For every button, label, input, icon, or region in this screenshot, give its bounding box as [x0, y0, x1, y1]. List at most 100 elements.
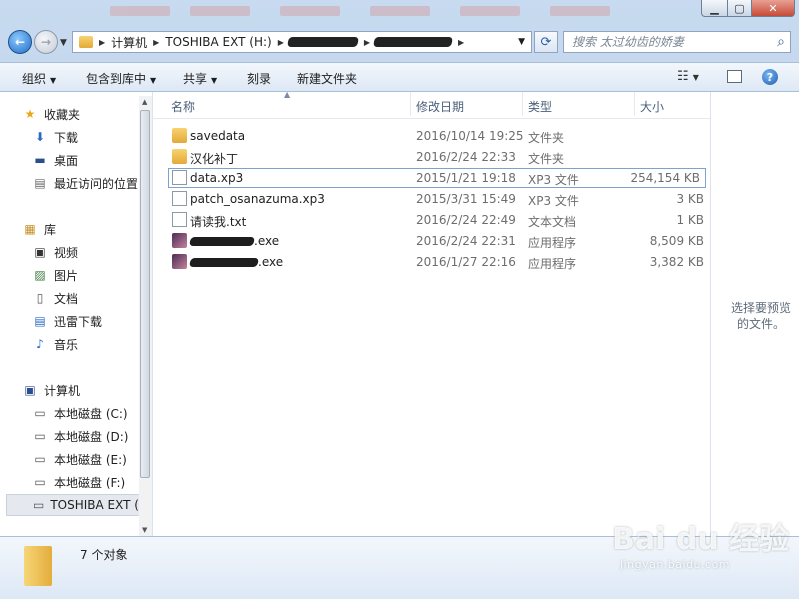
scrollbar-thumb[interactable] — [140, 110, 150, 478]
close-button[interactable]: ✕ — [751, 0, 795, 17]
column-header: 名称 修改日期 类型 大小 ▲ — [152, 90, 710, 119]
recent-pages-dropdown-icon[interactable]: ▼ — [60, 38, 67, 48]
help-icon[interactable]: ? — [762, 69, 778, 85]
nav-label: 图片 — [54, 268, 79, 283]
file-type: XP3 文件 — [528, 173, 579, 187]
file-type: 文本文档 — [528, 215, 577, 229]
scroll-down-icon[interactable]: ▼ — [142, 526, 147, 534]
nav-label: 视频 — [54, 245, 79, 260]
text-file-icon — [172, 212, 187, 227]
breadcrumb-chevron-icon[interactable]: ▶ — [458, 38, 464, 47]
preview-message: 选择要预览的文件。 — [730, 301, 791, 331]
nav-label: 音乐 — [54, 337, 79, 352]
file-date: 2015/1/21 19:18 — [416, 171, 516, 185]
file-name: 汉化补丁 — [190, 152, 239, 166]
minimize-button[interactable]: ▁ — [701, 0, 728, 17]
file-name-redacted: .exe — [189, 255, 284, 269]
dropdown-arrow-icon: ▼ — [150, 76, 157, 85]
burn-button[interactable]: 刻录 — [247, 70, 271, 87]
preview-pane-icon[interactable] — [727, 70, 742, 83]
file-name: .exe — [254, 234, 280, 248]
refresh-icon[interactable]: ⟳ — [534, 31, 558, 53]
maximize-button[interactable]: ▢ — [727, 0, 752, 17]
redacted-breadcrumb — [373, 37, 453, 47]
file-icon — [172, 170, 187, 185]
file-name: savedata — [190, 129, 246, 143]
column-divider[interactable] — [410, 92, 411, 116]
forward-button[interactable]: → — [34, 30, 58, 54]
folder-icon — [172, 128, 187, 143]
file-row[interactable]: .exe 2016/2/24 22:31 应用程序 8,509 KB — [152, 231, 710, 251]
file-icon — [172, 191, 187, 206]
search-placeholder: 搜索 太过幼齿的娇妻 — [572, 35, 684, 49]
column-name[interactable]: 名称 — [171, 98, 195, 115]
folder-icon — [24, 546, 52, 586]
watermark-url: jingyan.baidu.com — [620, 558, 731, 571]
nav-label: TOSHIBA EXT (I — [50, 498, 140, 512]
scroll-up-icon[interactable]: ▲ — [142, 98, 147, 106]
search-icon[interactable]: ⌕ — [777, 32, 785, 52]
breadcrumb-drive[interactable]: TOSHIBA EXT (H:) — [165, 35, 271, 49]
file-row[interactable]: patch_osanazuma.xp3 2015/3/31 15:49 XP3 … — [152, 189, 710, 209]
file-type: XP3 文件 — [528, 194, 579, 208]
file-row[interactable]: .exe 2016/1/27 22:16 应用程序 3,382 KB — [152, 252, 710, 272]
column-type[interactable]: 类型 — [528, 98, 552, 115]
nav-label: 最近访问的位置 — [54, 176, 139, 191]
file-row[interactable]: 汉化补丁 2016/2/24 22:33 文件夹 — [152, 147, 710, 167]
breadcrumb-chevron-icon[interactable]: ▶ — [278, 38, 284, 47]
file-name: data.xp3 — [190, 171, 244, 185]
breadcrumb-chevron-icon[interactable]: ▶ — [153, 38, 159, 47]
system-drive-icon: ▭ — [34, 406, 46, 420]
column-divider[interactable] — [522, 92, 523, 116]
search-input[interactable]: 搜索 太过幼齿的娇妻 ⌕ — [563, 31, 791, 53]
folder-icon — [172, 149, 187, 164]
nav-drive-h[interactable]: ▭ TOSHIBA EXT (I — [6, 494, 140, 516]
file-size: 1 KB — [676, 213, 704, 227]
sort-ascending-icon: ▲ — [284, 90, 291, 99]
file-date: 2016/2/24 22:33 — [416, 150, 516, 164]
file-name: 请读我.txt — [190, 215, 247, 229]
file-name: .exe — [258, 255, 284, 269]
address-dropdown-icon[interactable]: ▼ — [518, 37, 525, 47]
nav-label: 库 — [44, 222, 57, 237]
drive-icon: ▭ — [34, 429, 46, 443]
address-bar[interactable]: ▶ 计算机 ▶ TOSHIBA EXT (H:) ▶ ▶ ▶ ▼ — [72, 31, 532, 53]
column-size[interactable]: 大小 — [640, 98, 664, 115]
application-icon — [172, 254, 187, 269]
new-folder-button[interactable]: 新建文件夹 — [297, 70, 357, 87]
file-row-selected[interactable]: data.xp3 2015/1/21 19:18 XP3 文件 254,154 … — [168, 168, 706, 188]
column-date[interactable]: 修改日期 — [416, 98, 464, 115]
nav-label: 本地磁盘 (C:) — [54, 406, 128, 421]
nav-scrollbar[interactable]: ▲ ▼ — [139, 96, 152, 536]
redacted-text — [189, 258, 259, 267]
file-size: 3,382 KB — [649, 255, 704, 269]
include-in-library-label: 包含到库中 — [86, 72, 147, 86]
file-row[interactable]: savedata 2016/10/14 19:25 文件夹 — [152, 126, 710, 146]
navigation-pane: ★ 收藏夹 ⬇ 下载 ▬ 桌面 ▤ 最近访问的位置 ▦ 库 ▣ 视频 ▨ 图片 ▯ 文档 ▤ 迅雷… — [0, 92, 153, 536]
back-button[interactable]: ← — [8, 30, 32, 54]
nav-label: 本地磁盘 (F:) — [54, 475, 126, 490]
preview-pane: 选择要预览的文件。 — [710, 92, 799, 536]
content-area: ★ 收藏夹 ⬇ 下载 ▬ 桌面 ▤ 最近访问的位置 ▦ 库 ▣ 视频 ▨ 图片 ▯ 文档 ▤ 迅雷… — [0, 90, 799, 536]
file-row[interactable]: 请读我.txt 2016/2/24 22:49 文本文档 1 KB — [152, 210, 710, 230]
file-name-redacted: .exe — [189, 234, 280, 248]
nav-label: 收藏夹 — [44, 107, 81, 122]
organize-button[interactable]: 组织 ▼ — [22, 70, 56, 87]
include-in-library-button[interactable]: 包含到库中 ▼ — [86, 70, 156, 87]
explorer-window: ▁ ▢ ✕ ← → ▼ ▶ 计算机 ▶ TOSHIBA EXT (H:) ▶ ▶… — [0, 0, 799, 599]
column-divider[interactable] — [634, 92, 635, 116]
share-button[interactable]: 共享 ▼ — [183, 70, 217, 87]
breadcrumb-chevron-icon[interactable]: ▶ — [364, 38, 370, 47]
nav-label: 迅雷下载 — [54, 314, 103, 329]
folder-icon — [79, 36, 93, 48]
file-type: 应用程序 — [528, 236, 577, 250]
thunder-download-icon: ▤ — [34, 314, 46, 328]
background-taskbar-ghost — [110, 2, 670, 20]
recent-places-icon: ▤ — [34, 176, 46, 190]
watermark-brand: Bai du 经验 — [612, 522, 790, 557]
application-icon — [172, 233, 187, 248]
breadcrumb-computer[interactable]: 计算机 — [111, 34, 147, 51]
video-icon: ▣ — [34, 245, 46, 259]
view-options-icon[interactable]: ☷ ▼ — [677, 69, 699, 84]
breadcrumb-chevron-icon[interactable]: ▶ — [99, 38, 105, 47]
